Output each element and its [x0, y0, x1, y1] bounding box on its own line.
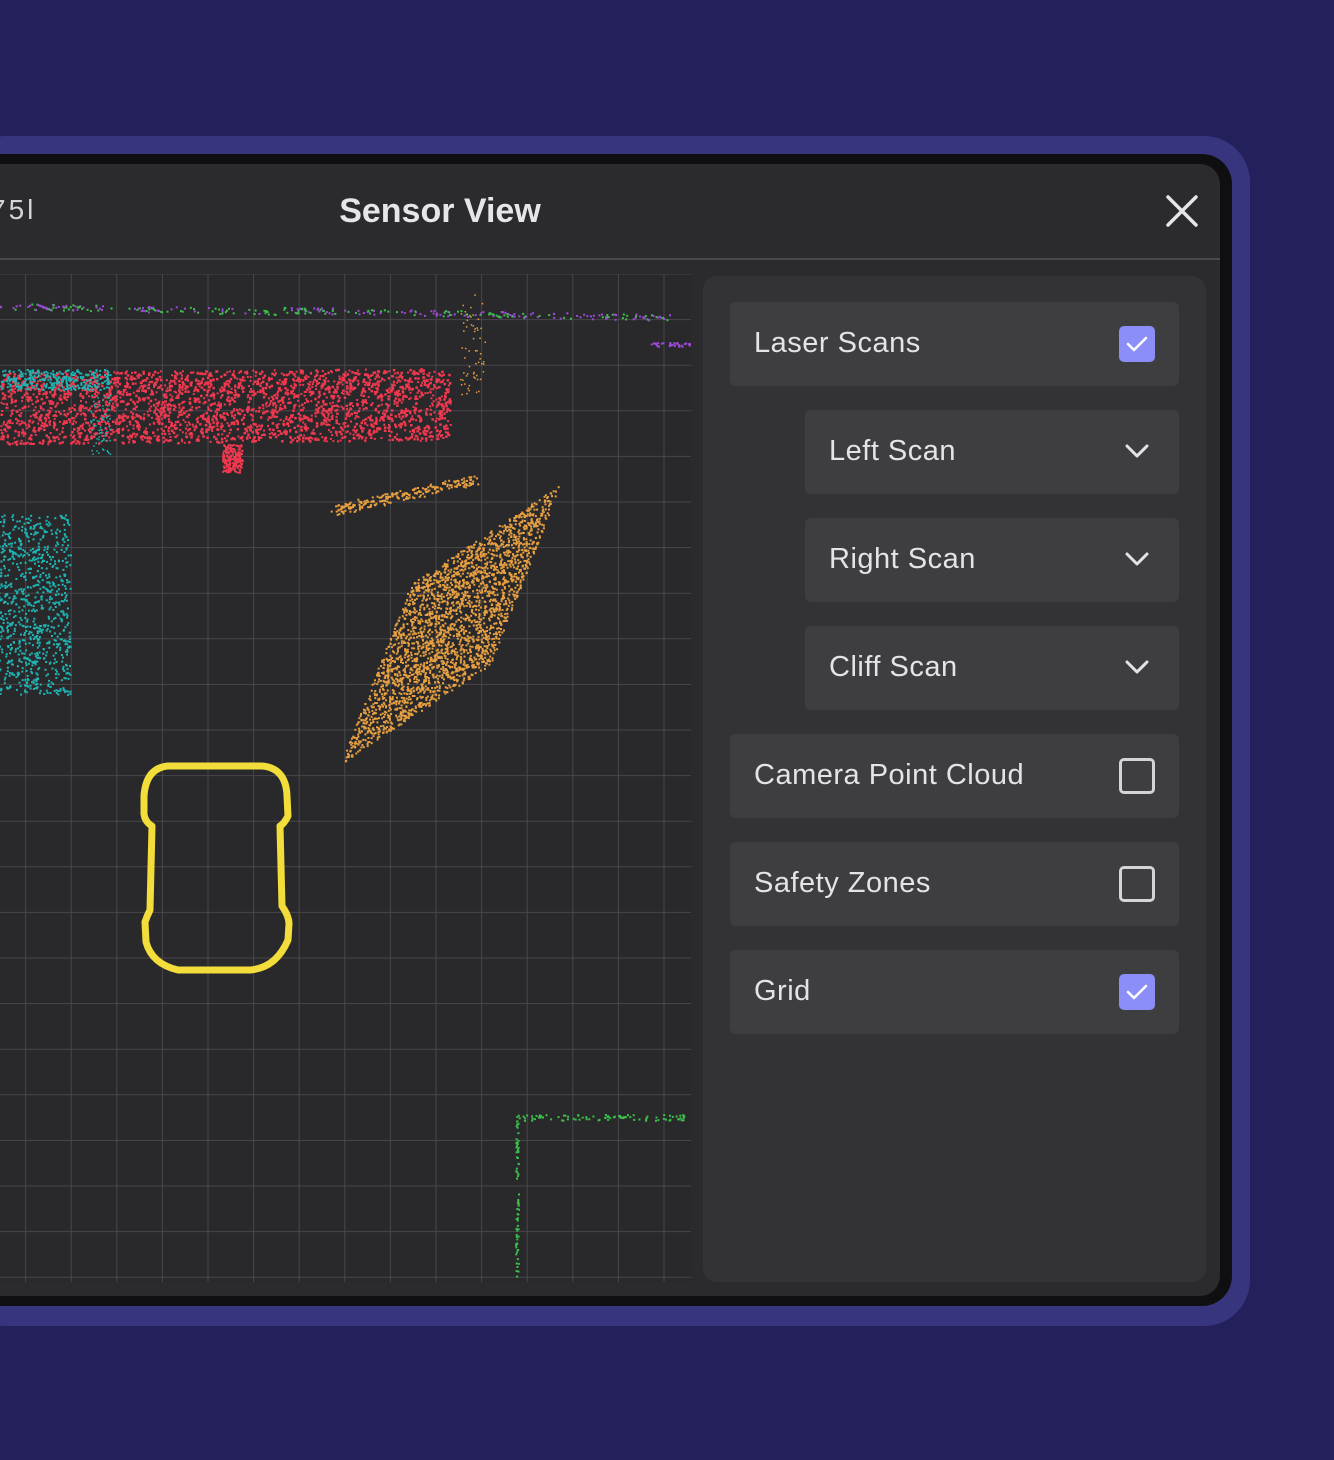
sensor-view-window: 75l Sensor View Laser Scans Left Scan	[0, 164, 1220, 1296]
scan-points	[0, 294, 691, 1278]
cliff-scan-label: Cliff Scan	[829, 651, 958, 683]
window-header: 75l Sensor View	[0, 164, 1220, 260]
sensor-visualization	[0, 274, 691, 1282]
safety-zones-label: Safety Zones	[754, 867, 931, 899]
camera-point-cloud-toggle[interactable]: Camera Point Cloud	[730, 734, 1179, 818]
check-icon	[1126, 984, 1148, 1000]
chevron-down-icon	[1125, 444, 1149, 458]
grid-label: Grid	[754, 975, 811, 1007]
grid-toggle[interactable]: Grid	[730, 950, 1179, 1034]
robot-footprint	[140, 762, 293, 974]
laser-scans-checkbox[interactable]	[1119, 326, 1155, 362]
laser-scans-label: Laser Scans	[754, 327, 921, 359]
close-icon[interactable]	[1163, 192, 1201, 230]
laser-scans-toggle[interactable]: Laser Scans	[730, 302, 1179, 386]
grid-lines	[0, 274, 691, 1282]
safety-zones-checkbox[interactable]	[1119, 866, 1155, 902]
camera-point-cloud-checkbox[interactable]	[1119, 758, 1155, 794]
chevron-down-icon	[1125, 660, 1149, 674]
layer-panel: Laser Scans Left Scan Right Scan Cliff S…	[703, 276, 1206, 1282]
chevron-down-icon	[1125, 552, 1149, 566]
right-scan-dropdown[interactable]: Right Scan	[805, 518, 1179, 602]
cliff-scan-dropdown[interactable]: Cliff Scan	[805, 626, 1179, 710]
check-icon	[1126, 336, 1148, 352]
camera-point-cloud-label: Camera Point Cloud	[754, 759, 1025, 791]
safety-zones-toggle[interactable]: Safety Zones	[730, 842, 1179, 926]
left-scan-dropdown[interactable]: Left Scan	[805, 410, 1179, 494]
grid-checkbox[interactable]	[1119, 974, 1155, 1010]
left-scan-label: Left Scan	[829, 435, 957, 467]
right-scan-label: Right Scan	[829, 543, 976, 575]
window-title: Sensor View	[339, 192, 541, 230]
sensor-viewport[interactable]	[0, 274, 691, 1282]
